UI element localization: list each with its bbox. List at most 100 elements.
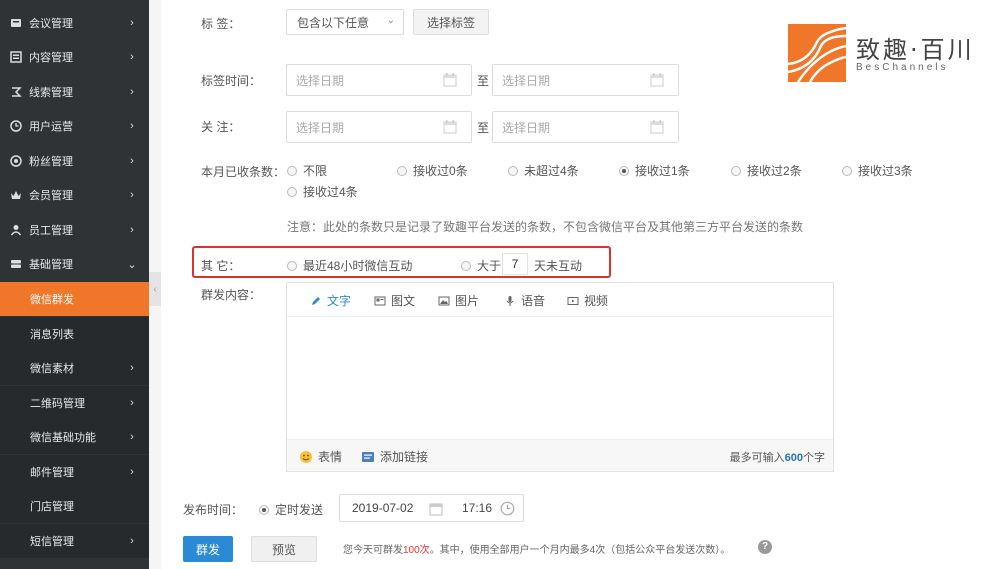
sidebar-item-fans[interactable]: 粉丝管理 › (0, 144, 149, 178)
meeting-icon (9, 16, 23, 30)
preview-button[interactable]: 预览 (251, 536, 317, 562)
content-textarea[interactable] (287, 317, 833, 439)
sidebar-item-content[interactable]: 内容管理 › (0, 40, 149, 74)
monthly-count-note: 注意：此处的条数只是记录了致趣平台发送的条数，不包含微信平台及其他第三方平台发送… (287, 220, 804, 234)
select-tags-button[interactable]: 选择标签 (413, 9, 489, 35)
radio-label: 接收过2条 (747, 164, 802, 178)
sidebar-item-label: 基础管理 (29, 259, 73, 271)
sidebar-item-label: 会员管理 (29, 190, 73, 202)
chevron-right-icon: › (130, 397, 134, 409)
sidebar: 会议管理 › 内容管理 › 线索管理 › 用户运营 › 粉丝管理 › 会员管理 … (0, 0, 149, 569)
sidebar-item-user-ops[interactable]: 用户运营 › (0, 109, 149, 143)
radio-received-0[interactable]: 接收过0条 (397, 162, 468, 179)
char-counter: 最多可输入600个字 (730, 449, 825, 465)
radio-received-2[interactable]: 接收过2条 (731, 162, 802, 179)
quota-suffix: 。其中，使用全部用户一个月内最多4次（包括公众平台发送次数）。 (429, 545, 731, 556)
radio-scheduled-send[interactable]: 定时发送 (259, 501, 323, 518)
radio-received-4[interactable]: 接收过4条 (287, 183, 358, 200)
radio-label: 不限 (303, 164, 328, 178)
logo-subtitle: BesChannels (856, 62, 949, 73)
tag-label: 标 签： (201, 17, 241, 31)
sidebar-sub-message-list[interactable]: 消息列表 (0, 317, 149, 351)
radio-under-4[interactable]: 未超过4条 (508, 162, 579, 179)
chevron-right-icon: › (130, 17, 134, 29)
sidebar-collapse-toggle[interactable]: ‹ (149, 272, 161, 306)
sidebar-sub-wechat-material[interactable]: 微信素材 › (0, 351, 149, 385)
tab-rich-article[interactable]: 图文 (374, 292, 415, 309)
radio-label: 大于 (477, 259, 502, 273)
tab-label: 文字 (327, 294, 352, 308)
editor-footer: 表情 添加链接 最多可输入600个字 (287, 439, 833, 471)
date-placeholder: 选择日期 (296, 73, 345, 88)
sidebar-sub-email[interactable]: 邮件管理 › (0, 455, 149, 489)
tag-time-start-input[interactable]: 选择日期 (286, 64, 472, 96)
sidebar-item-label: 内容管理 (29, 52, 73, 64)
tab-voice[interactable]: 语音 (504, 292, 545, 309)
tab-text[interactable]: 文字 (310, 292, 351, 309)
tab-label: 图片 (455, 294, 480, 308)
tag-match-value: 包含以下任意 (297, 15, 370, 30)
sidebar-sub-sms[interactable]: 短信管理 › (0, 524, 149, 558)
leads-icon (9, 85, 23, 99)
tag-time-end-input[interactable]: 选择日期 (492, 64, 679, 96)
radio-label: 接收过4条 (303, 185, 358, 199)
sidebar-sub-store[interactable]: 门店管理 (0, 489, 149, 523)
radio-inactive-days[interactable]: 大于 (461, 257, 501, 274)
radio-unlimited[interactable]: 不限 (287, 162, 327, 179)
monthly-count-label: 本月已收条数： (201, 165, 286, 179)
radio-received-1[interactable]: 接收过1条 (619, 162, 690, 179)
follow-start-input[interactable]: 选择日期 (286, 111, 472, 143)
chevron-right-icon: › (130, 86, 134, 98)
content-icon (9, 50, 23, 64)
chevron-down-icon: ⌄ (386, 15, 395, 26)
tag-time-label: 标签时间： (201, 74, 262, 88)
date-placeholder: 选择日期 (502, 73, 551, 88)
help-icon[interactable]: ? (758, 540, 772, 554)
sidebar-item-leads[interactable]: 线索管理 › (0, 75, 149, 109)
calendar-icon (429, 503, 443, 516)
sidebar-item-label: 员工管理 (29, 225, 73, 237)
add-link-button[interactable]: 添加链接 (361, 448, 428, 465)
editor-tab-bar: 文字 图文 图片 语音 视频 (287, 283, 833, 317)
sidebar-sub-label: 微信素材 (30, 363, 74, 375)
range-separator: 至 (477, 121, 490, 135)
follow-end-input[interactable]: 选择日期 (492, 111, 679, 143)
sidebar-sub-wechat-broadcast[interactable]: 微信群发 (0, 282, 149, 316)
emoji-button[interactable]: 表情 (299, 448, 342, 465)
chevron-right-icon: › (130, 189, 134, 201)
tab-label: 语音 (521, 294, 546, 308)
sidebar-sub-qrcode[interactable]: 二维码管理 › (0, 386, 149, 420)
sidebar-sub-label: 邮件管理 (30, 467, 74, 479)
tab-video[interactable]: 视频 (567, 292, 608, 309)
send-broadcast-button[interactable]: 群发 (183, 536, 233, 562)
sidebar-item-member[interactable]: 会员管理 › (0, 178, 149, 212)
inactive-days-input[interactable]: 7 (502, 253, 528, 275)
radio-received-3[interactable]: 接收过3条 (842, 162, 913, 179)
article-icon (374, 296, 386, 305)
chevron-right-icon: › (130, 224, 134, 236)
member-icon (9, 188, 23, 202)
pencil-icon (312, 296, 320, 305)
date-placeholder: 选择日期 (296, 120, 345, 135)
counter-number: 600 (784, 452, 803, 464)
chevron-right-icon: › (130, 120, 134, 132)
microphone-icon (506, 295, 514, 306)
content-label: 群发内容： (201, 288, 262, 302)
sidebar-sub-wechat-basic[interactable]: 微信基础功能 › (0, 420, 149, 454)
tag-match-select[interactable]: 包含以下任意 ⌄ (286, 9, 404, 35)
sidebar-sub-label: 二维码管理 (30, 398, 85, 410)
sidebar-item-label: 用户运营 (29, 121, 73, 133)
sidebar-item-label: 线索管理 (29, 87, 73, 99)
publish-datetime-field[interactable]: 2019-07-02 17:16 (339, 494, 524, 522)
quota-prefix: 您今天可群发 (343, 545, 403, 556)
tab-image[interactable]: 图片 (438, 292, 479, 309)
inactive-days-suffix: 天未互动 (534, 259, 583, 273)
sidebar-item-meeting[interactable]: 会议管理 › (0, 6, 149, 40)
sidebar-item-base[interactable]: 基础管理 ⌄ (0, 247, 149, 281)
fans-icon (9, 154, 23, 168)
chevron-right-icon: › (130, 466, 134, 478)
sidebar-item-staff[interactable]: 员工管理 › (0, 213, 149, 247)
radio-48h-interaction[interactable]: 最近48小时微信互动 (287, 257, 412, 274)
radio-label: 接收过0条 (413, 164, 468, 178)
base-icon (9, 257, 23, 271)
